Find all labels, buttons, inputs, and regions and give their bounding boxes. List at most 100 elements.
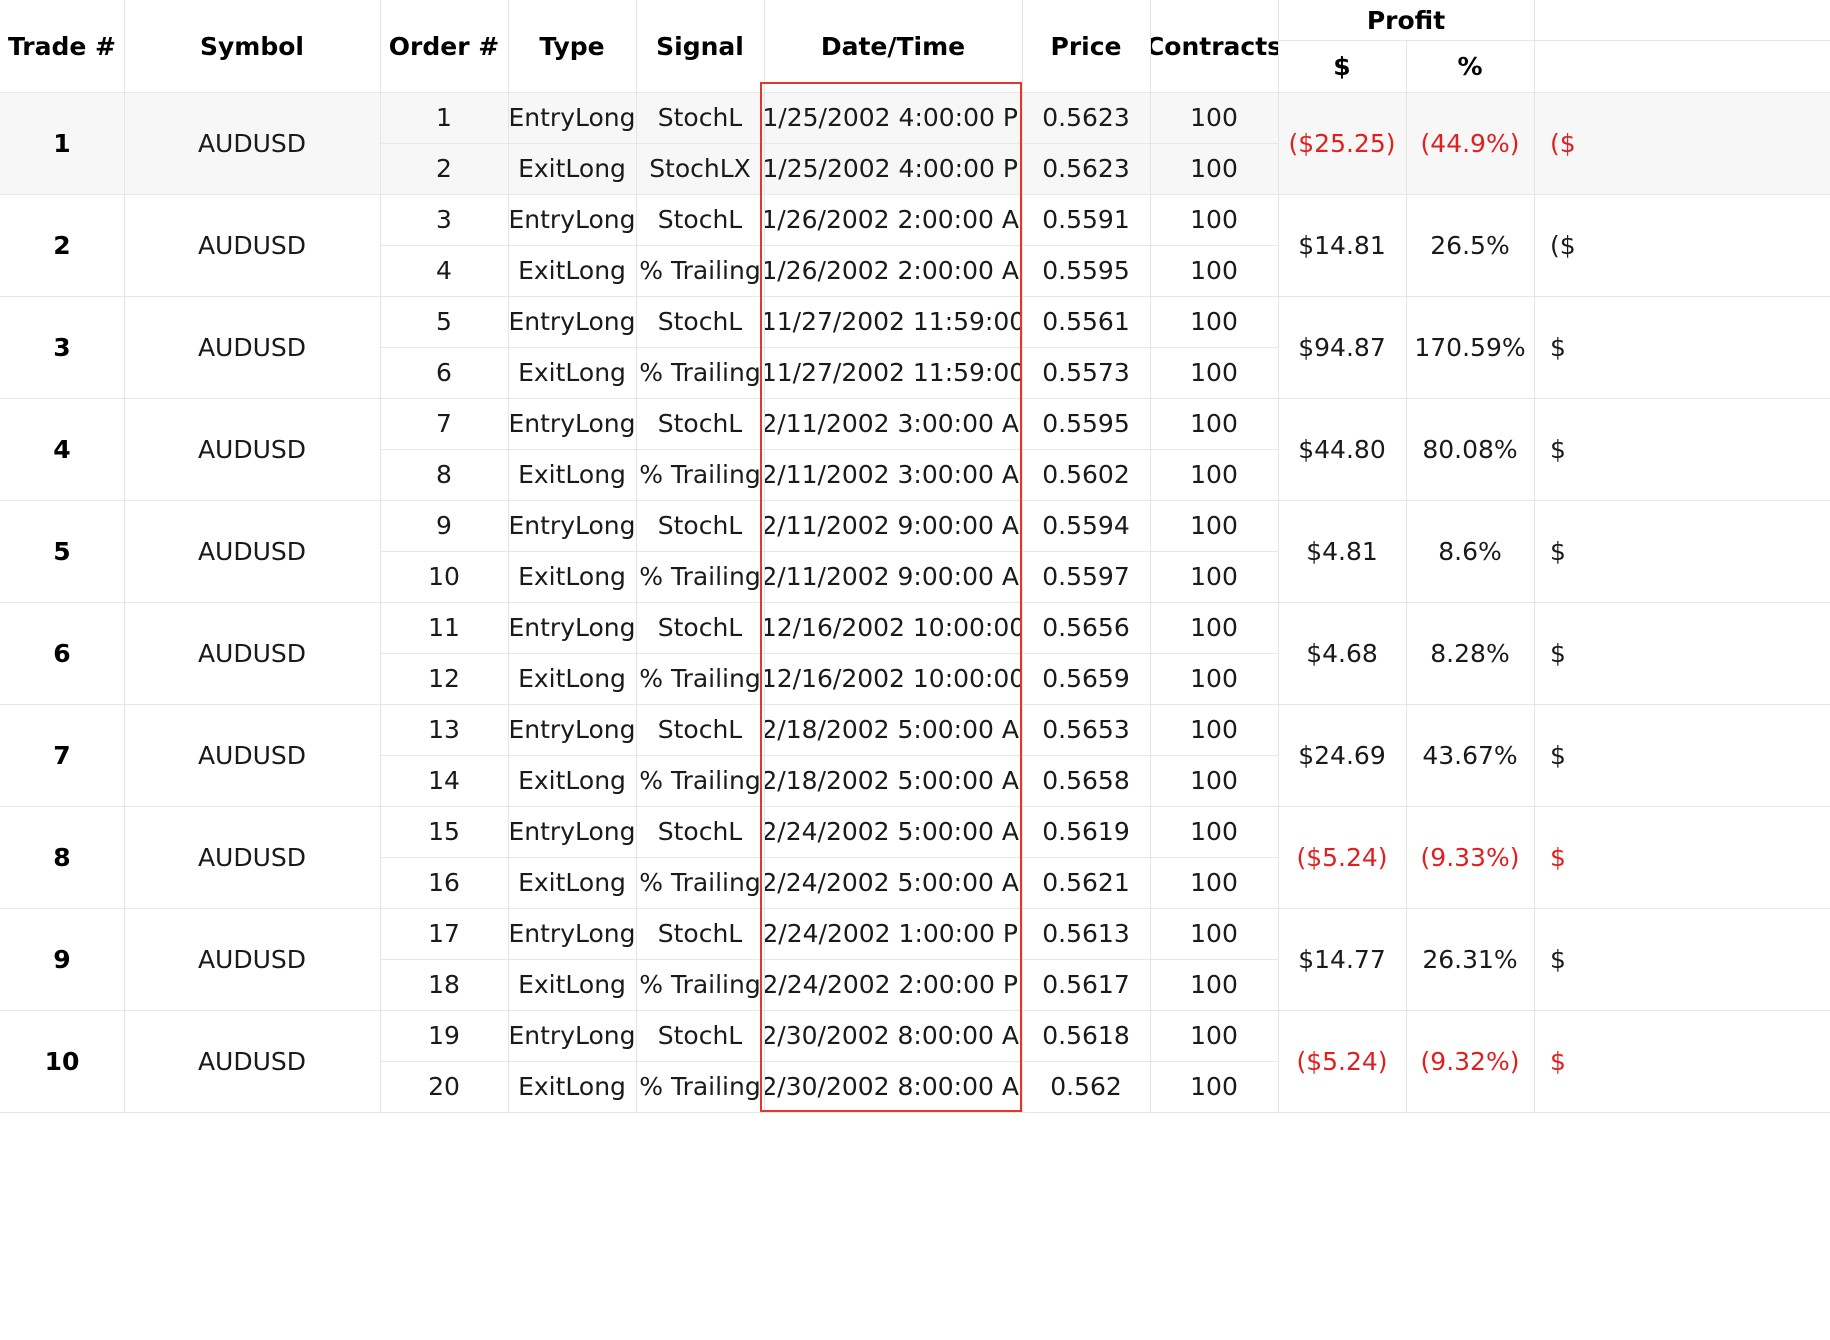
symbol-cell: AUDUSD — [197, 944, 307, 974]
profit-usd-cell: $14.77 — [1298, 944, 1386, 974]
profit-usd-cell: $4.68 — [1306, 638, 1378, 668]
datetime-cell: 12/18/2002 5:00:00 AM — [764, 715, 1022, 744]
contracts-cell: 100 — [1190, 664, 1238, 693]
contracts-cell: 100 — [1190, 562, 1238, 591]
type-cell: ExitLong — [518, 358, 626, 387]
signal-cell: StochL — [657, 1021, 743, 1050]
datetime-cell: 12/24/2002 5:00:00 AM — [764, 868, 1022, 897]
type-cell: EntryLong — [508, 205, 636, 234]
signal-cell: % Trailing — [639, 766, 761, 795]
datetime-cell: 12/16/2002 10:00:00 — [764, 613, 1022, 642]
price-cell: 0.5597 — [1042, 562, 1130, 591]
order-number-cell: 1 — [436, 103, 452, 132]
signal-cell: % Trailing — [639, 562, 761, 591]
column-divider — [636, 0, 637, 1112]
order-row-divider — [380, 755, 1278, 756]
contracts-cell: 100 — [1190, 103, 1238, 132]
datetime-cell: 11/26/2002 2:00:00 AM — [764, 256, 1022, 285]
profit-usd-cell: $44.80 — [1298, 434, 1386, 464]
contracts-cell: 100 — [1190, 613, 1238, 642]
order-row-divider — [380, 857, 1278, 858]
header-symbol: Symbol — [200, 31, 304, 61]
contracts-cell: 100 — [1190, 409, 1238, 438]
contracts-cell: 100 — [1190, 1021, 1238, 1050]
price-cell: 0.5602 — [1042, 460, 1130, 489]
order-row-divider — [380, 449, 1278, 450]
price-cell: 0.5617 — [1042, 970, 1130, 999]
signal-cell: % Trailing — [639, 1072, 761, 1101]
type-cell: EntryLong — [508, 919, 636, 948]
symbol-cell: AUDUSD — [197, 536, 307, 566]
symbol-cell: AUDUSD — [197, 638, 307, 668]
next-column-clipped-cell: $ — [1550, 434, 1566, 464]
datetime-cell: 11/27/2002 11:59:00 — [764, 307, 1022, 336]
signal-cell: StochLX — [649, 154, 751, 183]
type-cell: ExitLong — [518, 154, 626, 183]
price-cell: 0.5623 — [1042, 103, 1130, 132]
signal-cell: % Trailing — [639, 358, 761, 387]
header-datetime: Date/Time — [820, 31, 966, 61]
price-cell: 0.562 — [1050, 1072, 1122, 1101]
type-cell: ExitLong — [518, 1072, 626, 1101]
next-column-clipped-cell: $ — [1550, 332, 1566, 362]
profit-usd-cell: $24.69 — [1298, 740, 1386, 770]
price-cell: 0.5653 — [1042, 715, 1130, 744]
order-row-divider — [380, 143, 1278, 144]
contracts-cell: 100 — [1190, 868, 1238, 897]
datetime-cell: 12/30/2002 8:00:00 AM — [764, 1021, 1022, 1050]
trade-number: 10 — [44, 1046, 80, 1076]
signal-cell: StochL — [657, 817, 743, 846]
column-divider — [1406, 40, 1407, 1112]
order-number-cell: 5 — [436, 307, 452, 336]
next-column-clipped-cell: $ — [1550, 944, 1566, 974]
order-number-cell: 6 — [436, 358, 452, 387]
contracts-cell: 100 — [1190, 970, 1238, 999]
type-cell: ExitLong — [518, 868, 626, 897]
datetime-cell: 11/25/2002 4:00:00 PM — [764, 154, 1022, 183]
type-cell: ExitLong — [518, 460, 626, 489]
profit-pct-cell: (9.32%) — [1420, 1046, 1520, 1076]
header-signal: Signal — [656, 31, 744, 61]
column-divider — [764, 0, 765, 1112]
price-cell: 0.5621 — [1042, 868, 1130, 897]
type-cell: EntryLong — [508, 1021, 636, 1050]
signal-cell: % Trailing — [639, 460, 761, 489]
order-row-divider — [380, 347, 1278, 348]
datetime-cell: 11/27/2002 11:59:00 — [764, 358, 1022, 387]
profit-header-divider — [1278, 40, 1830, 41]
trade-list-report: Trade # Symbol Order # Type Signal Date/Time P… — [0, 0, 1830, 1340]
order-number-cell: 16 — [428, 868, 460, 897]
profit-pct-cell: 26.31% — [1422, 944, 1518, 974]
type-cell: ExitLong — [518, 766, 626, 795]
header-contracts: Contracts — [1150, 31, 1278, 61]
trade-number: 9 — [53, 944, 71, 974]
trade-number: 2 — [53, 230, 71, 260]
trade-number: 7 — [53, 740, 71, 770]
price-cell: 0.5656 — [1042, 613, 1130, 642]
profit-usd-cell: ($5.24) — [1296, 1046, 1388, 1076]
type-cell: EntryLong — [508, 817, 636, 846]
price-cell: 0.5618 — [1042, 1021, 1130, 1050]
contracts-cell: 100 — [1190, 307, 1238, 336]
profit-pct-cell: 170.59% — [1414, 332, 1526, 362]
trade-number: 3 — [53, 332, 71, 362]
next-column-clipped-cell: $ — [1550, 842, 1566, 872]
price-cell: 0.5595 — [1042, 409, 1130, 438]
contracts-cell: 100 — [1190, 154, 1238, 183]
order-number-cell: 19 — [428, 1021, 460, 1050]
signal-cell: % Trailing — [639, 970, 761, 999]
order-number-cell: 9 — [436, 511, 452, 540]
symbol-cell: AUDUSD — [197, 332, 307, 362]
symbol-cell: AUDUSD — [197, 1046, 307, 1076]
column-divider — [1150, 0, 1151, 1112]
signal-cell: StochL — [657, 511, 743, 540]
datetime-cell: 12/11/2002 3:00:00 AM — [764, 409, 1022, 438]
signal-cell: StochL — [657, 103, 743, 132]
profit-usd-cell: $14.81 — [1298, 230, 1386, 260]
datetime-cell: 12/24/2002 5:00:00 AM — [764, 817, 1022, 846]
header-price: Price — [1050, 31, 1122, 61]
profit-pct-cell: 43.67% — [1422, 740, 1518, 770]
column-divider — [1278, 0, 1279, 1112]
signal-cell: StochL — [657, 715, 743, 744]
type-cell: ExitLong — [518, 256, 626, 285]
